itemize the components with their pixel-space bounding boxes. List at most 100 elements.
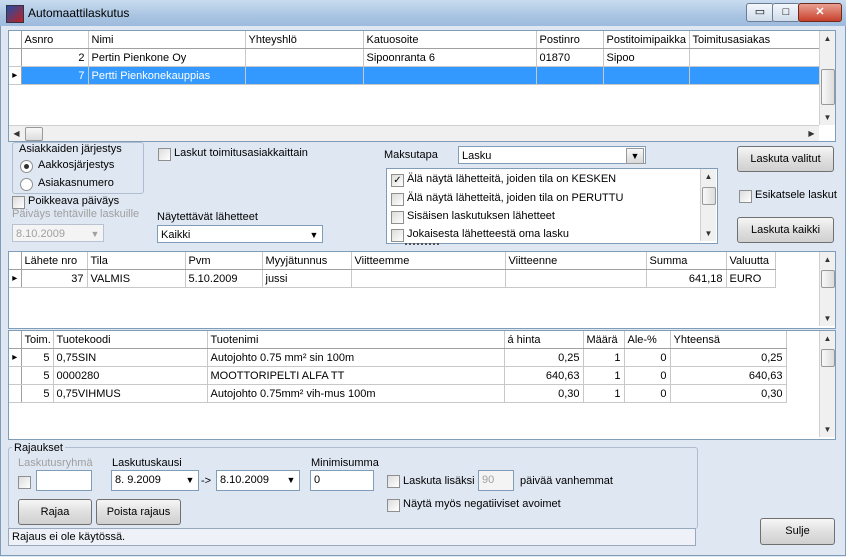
customers-hscroll[interactable]: ◀ ▶ (9, 125, 819, 141)
col-maara[interactable]: Määrä (583, 331, 625, 349)
chevron-down-icon[interactable]: ▼ (626, 148, 644, 164)
scroll-thumb[interactable] (821, 69, 835, 105)
sort-alpha-label: Aakkosjärjestys (38, 159, 115, 171)
row-indicator-icon: ▸ (9, 66, 22, 85)
invoice-all-button[interactable]: Laskuta kaikki (737, 217, 834, 243)
alt-date-label: Poikkeava päiväys (28, 195, 120, 207)
col-postinro[interactable]: Postinro (536, 31, 604, 49)
period-to-picker[interactable]: 8.10.2009 ▼ (216, 470, 300, 491)
scroll-down-icon[interactable]: ▼ (820, 110, 835, 125)
min-sum-input[interactable]: 0 (310, 470, 374, 491)
scroll-down-icon[interactable]: ▼ (820, 422, 835, 437)
col-myyjatunnus[interactable]: Myyjätunnus (262, 252, 352, 270)
deliveries-vscroll[interactable]: ▲ ▼ (819, 252, 835, 326)
splitter-grip[interactable] (405, 243, 439, 248)
alt-date-input[interactable]: 8.10.2009 ▼ (12, 224, 104, 242)
scroll-right-icon[interactable]: ▶ (804, 126, 819, 141)
col-tuotekoodi[interactable]: Tuotekoodi (53, 331, 208, 349)
products-grid: Toim. Tuotekoodi Tuotenimi á hinta Määrä… (8, 330, 836, 440)
row-indicator-icon: ▸ (9, 348, 22, 367)
filter-checkbox[interactable] (391, 211, 404, 224)
col-nimi[interactable]: Nimi (88, 31, 246, 49)
shown-deliveries-label: Näytettävät lähetteet (157, 211, 258, 223)
filter-label: Jokaisesta lähetteestä oma lasku (407, 228, 570, 240)
table-row[interactable]: 5 0000280 MOOTTORIPELTI ALFA TT 640,63 1… (9, 366, 787, 385)
app-icon (6, 5, 24, 23)
scroll-down-icon[interactable]: ▼ (701, 226, 716, 241)
scroll-up-icon[interactable]: ▲ (820, 252, 835, 267)
invoice-selected-button[interactable]: Laskuta valitut (737, 146, 834, 172)
table-row[interactable]: ▸ 5 0,75SIN Autojohto 0.75 mm² sin 100m … (9, 348, 787, 367)
sort-number-radio[interactable] (20, 178, 33, 191)
remove-limits-button[interactable]: Poista rajaus (96, 499, 181, 525)
table-row[interactable]: ▸ 7 Pertti Pienkonekauppias (9, 66, 820, 85)
col-tuotenimi[interactable]: Tuotenimi (207, 331, 505, 349)
col-toimitusasiakas[interactable]: Toimitusasiakas (689, 31, 820, 49)
apply-limits-button[interactable]: Rajaa (18, 499, 92, 525)
filter-label: Sisäisen laskutuksen lähetteet (407, 210, 555, 222)
minimize-button[interactable]: ▭ (746, 3, 774, 22)
sort-alpha-radio[interactable] (20, 160, 33, 173)
col-pvm[interactable]: Pvm (185, 252, 263, 270)
col-toim[interactable]: Toim. (21, 331, 54, 349)
col-ale[interactable]: Ale-% (624, 331, 671, 349)
customers-vscroll[interactable]: ▲ ▼ (819, 31, 835, 125)
col-viitteemme[interactable]: Viitteemme (351, 252, 506, 270)
sort-title: Asiakkaiden järjestys (19, 143, 122, 155)
col-valuutta[interactable]: Valuutta (726, 252, 776, 270)
close-button[interactable]: Sulje (760, 518, 835, 545)
chevron-down-icon[interactable]: ▼ (306, 226, 322, 244)
shown-deliveries-select[interactable]: Kaikki ▼ (157, 225, 323, 243)
filter-checkbox[interactable] (391, 193, 404, 206)
min-sum-label: Minimisumma (311, 457, 379, 469)
col-viitteenne[interactable]: Viitteenne (505, 252, 647, 270)
status-bar: Rajaus ei ole käytössä. (8, 528, 696, 546)
scroll-thumb[interactable] (702, 187, 716, 205)
show-negative-checkbox[interactable] (387, 499, 400, 512)
billing-group-checkbox[interactable] (18, 476, 31, 489)
filters-vscroll[interactable]: ▲ ▼ (700, 169, 716, 241)
invoices-per-delivery-checkbox[interactable] (158, 148, 171, 161)
chevron-down-icon[interactable]: ▼ (87, 225, 103, 243)
chevron-down-icon[interactable]: ▼ (283, 471, 299, 490)
older-days-input[interactable]: 90 (478, 470, 514, 491)
billing-group-input[interactable] (36, 470, 92, 491)
hscroll-thumb[interactable] (25, 127, 43, 141)
scroll-down-icon[interactable]: ▼ (820, 311, 835, 326)
close-window-button[interactable]: ✕ (798, 3, 842, 22)
col-asnro[interactable]: Asnro (21, 31, 89, 49)
scroll-up-icon[interactable]: ▲ (820, 331, 835, 346)
table-row[interactable]: ▸ 37 VALMIS 5.10.2009 jussi 641,18 EURO (9, 269, 776, 288)
col-yhteyshenkilo[interactable]: Yhteyshlö (245, 31, 364, 49)
filter-label: Älä näytä lähetteitä, joiden tila on KES… (407, 173, 617, 185)
col-a-hinta[interactable]: á hinta (504, 331, 584, 349)
payment-label: Maksutapa (384, 149, 438, 161)
col-summa[interactable]: Summa (646, 252, 727, 270)
scroll-thumb[interactable] (821, 270, 835, 288)
maximize-button[interactable]: □ (772, 3, 800, 22)
products-vscroll[interactable]: ▲ ▼ (819, 331, 835, 437)
scroll-up-icon[interactable]: ▲ (701, 169, 716, 184)
filters-list: ✓ Älä näytä lähetteitä, joiden tila on K… (386, 168, 718, 244)
filter-checkbox[interactable]: ✓ (391, 174, 404, 187)
col-katuosoite[interactable]: Katuosoite (363, 31, 537, 49)
col-yhteensa[interactable]: Yhteensä (670, 331, 787, 349)
col-lahete-nro[interactable]: Lähete nro (21, 252, 88, 270)
scroll-left-icon[interactable]: ◀ (9, 126, 24, 141)
scroll-thumb[interactable] (821, 349, 835, 367)
sort-groupbox: Asiakkaiden järjestys Aakkosjärjestys As… (12, 142, 144, 194)
col-tila[interactable]: Tila (87, 252, 186, 270)
filter-checkbox[interactable] (391, 229, 404, 242)
preview-checkbox[interactable] (739, 190, 752, 203)
customers-header: Asnro Nimi Yhteyshlö Katuosoite Postinro… (9, 31, 820, 49)
scroll-up-icon[interactable]: ▲ (820, 31, 835, 46)
filter-label: Älä näytä lähetteitä, joiden tila on PER… (407, 192, 624, 204)
col-postitoimipaikka[interactable]: Postitoimipaikka (603, 31, 690, 49)
payment-select[interactable]: Lasku ▼ (458, 146, 646, 164)
invoice-older-checkbox[interactable] (387, 475, 400, 488)
chevron-down-icon[interactable]: ▼ (182, 471, 198, 490)
customers-grid: Asnro Nimi Yhteyshlö Katuosoite Postinro… (8, 30, 836, 142)
period-from-picker[interactable]: 8. 9.2009 ▼ (111, 470, 199, 491)
table-row[interactable]: 5 0,75VIHMUS Autojohto 0.75mm² vih-mus 1… (9, 384, 787, 403)
table-row[interactable]: 2 Pertin Pienkone Oy Sipoonranta 6 01870… (9, 48, 820, 67)
